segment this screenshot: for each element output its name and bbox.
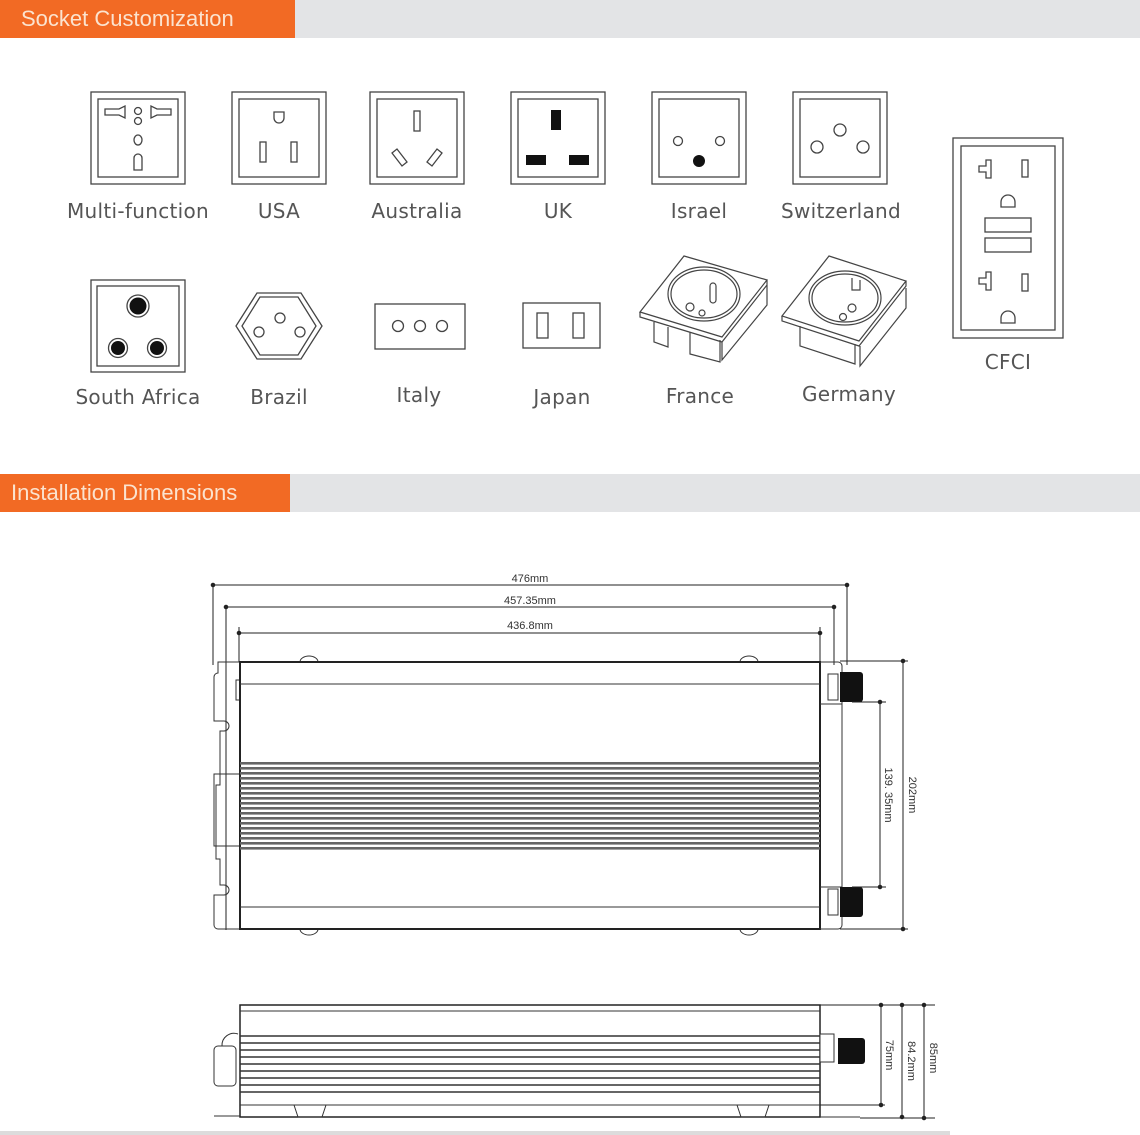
- heatsink-fin: [240, 847, 820, 850]
- inverter-side-view: [213, 1004, 865, 1118]
- body-length-label: 436.8mm: [507, 620, 553, 632]
- terminal-top-negative: [827, 887, 863, 917]
- heatsink-fin: [240, 772, 820, 775]
- case-height-label: 84.2mm: [905, 1041, 917, 1081]
- heatsink-fin: [240, 837, 820, 840]
- body-height-label: 75mm: [883, 1040, 895, 1071]
- heatsink-fin: [240, 797, 820, 800]
- heatsink-fin: [240, 817, 820, 820]
- mount-length-label: 457.35mm: [504, 595, 556, 607]
- heatsink-fin: [240, 812, 820, 815]
- overall-width-label: 202mm: [906, 777, 918, 814]
- heatsink-fin: [240, 832, 820, 835]
- heatsink-fin: [240, 802, 820, 805]
- heatsink-fin: [240, 822, 820, 825]
- terminal-top-positive: [827, 672, 863, 702]
- heatsink-fin: [240, 827, 820, 830]
- inverter-top-view: [213, 655, 863, 936]
- heatsink-fin: [240, 767, 820, 770]
- heatsink-fin: [240, 807, 820, 810]
- heatsink-fin: [240, 777, 820, 780]
- heatsink-fin: [240, 787, 820, 790]
- heatsink-fin: [240, 842, 820, 845]
- heatsink-fin: [240, 782, 820, 785]
- heatsink-fin: [240, 762, 820, 765]
- overall-length-label: 476mm: [512, 573, 549, 585]
- bottom-divider: [0, 1131, 950, 1135]
- installation-drawing: 476mm 457.35mm 436.8mm 202mm 139. 35mm 8…: [210, 573, 939, 1121]
- heatsink-fin: [240, 792, 820, 795]
- overall-height-label: 85mm: [927, 1043, 939, 1074]
- terminal-side: [838, 1038, 865, 1064]
- terminal-spacing-label: 139. 35mm: [882, 767, 894, 822]
